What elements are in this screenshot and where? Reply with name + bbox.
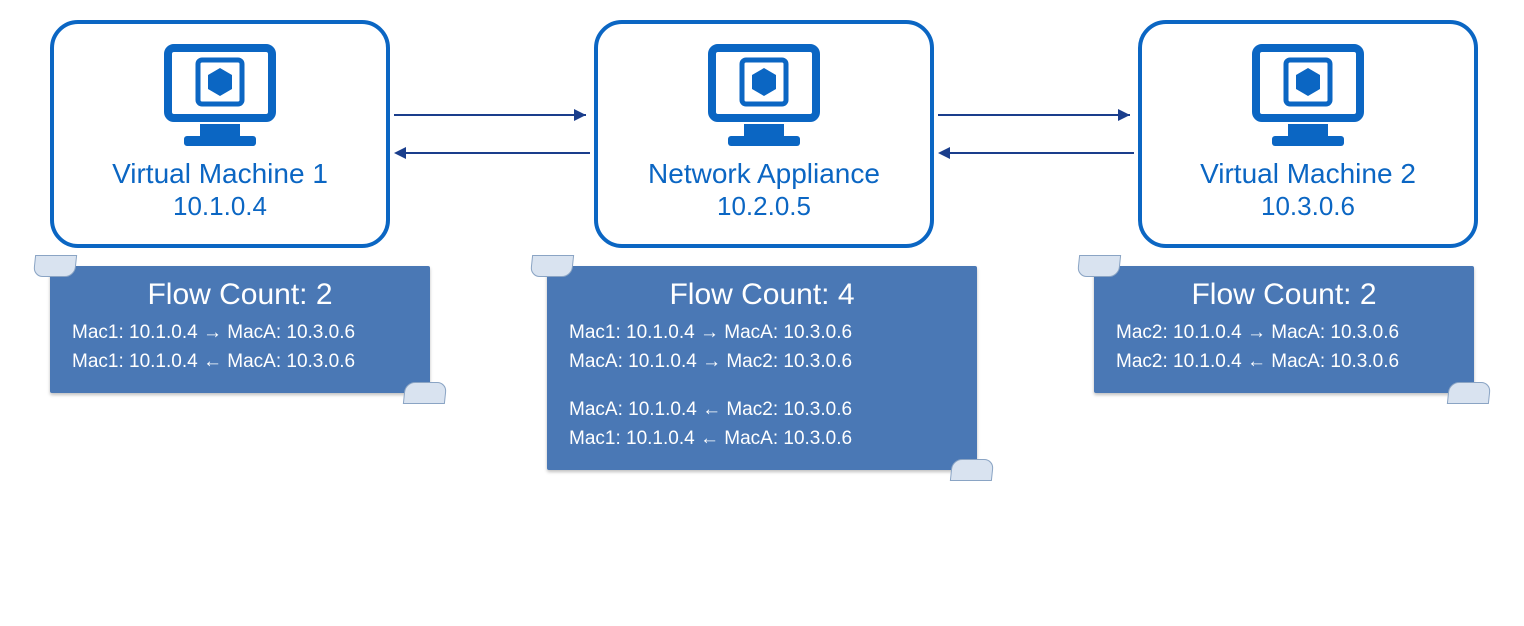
appliance-node: Network Appliance 10.2.0.5 xyxy=(594,20,934,248)
vm1-flow-panel: Flow Count: 2 Mac1: 10.1.0.4 → MacA: 10.… xyxy=(50,266,430,393)
vm1-flow-lines: Mac1: 10.1.0.4 → MacA: 10.3.0.6Mac1: 10.… xyxy=(72,318,408,377)
vm2-flow-panel: Flow Count: 2 Mac2: 10.1.0.4 → MacA: 10.… xyxy=(1094,266,1474,393)
flow-line: Mac2: 10.1.0.4 ← MacA: 10.3.0.6 xyxy=(1116,347,1452,376)
arrow-left-icon xyxy=(390,143,594,163)
vm-icon xyxy=(160,42,280,150)
vm2-node: Virtual Machine 2 10.3.0.6 xyxy=(1138,20,1478,248)
appliance-title: Network Appliance xyxy=(648,156,880,191)
arrow-right-icon xyxy=(390,105,594,125)
flow-line: Mac1: 10.1.0.4 ← MacA: 10.3.0.6 xyxy=(72,347,408,376)
flow-line: MacA: 10.1.0.4 ← Mac2: 10.3.0.6 xyxy=(569,395,955,424)
diagram-top-row: Virtual Machine 1 10.1.0.4 Network Appli… xyxy=(20,20,1504,248)
vm2-ip: 10.3.0.6 xyxy=(1261,191,1355,222)
flow-gap xyxy=(569,377,955,395)
vm-icon xyxy=(704,42,824,150)
vm2-column: Virtual Machine 2 10.3.0.6 xyxy=(1138,20,1478,248)
vm1-title: Virtual Machine 1 xyxy=(112,156,328,191)
vm2-title: Virtual Machine 2 xyxy=(1200,156,1416,191)
appliance-column: Network Appliance 10.2.0.5 xyxy=(594,20,934,248)
vm-icon xyxy=(1248,42,1368,150)
arrow-left-icon xyxy=(934,143,1138,163)
appliance-flow-lines-a: Mac1: 10.1.0.4 → MacA: 10.3.0.6MacA: 10.… xyxy=(569,318,955,377)
vm1-node: Virtual Machine 1 10.1.0.4 xyxy=(50,20,390,248)
vm1-flow-heading: Flow Count: 2 xyxy=(72,278,408,312)
arrows-appliance-vm2 xyxy=(934,105,1138,163)
appliance-flow-lines-b: MacA: 10.1.0.4 ← Mac2: 10.3.0.6Mac1: 10.… xyxy=(569,395,955,454)
appliance-flow-heading: Flow Count: 4 xyxy=(569,278,955,312)
vm2-flow-lines: Mac2: 10.1.0.4 → MacA: 10.3.0.6Mac2: 10.… xyxy=(1116,318,1452,377)
appliance-ip: 10.2.0.5 xyxy=(717,191,811,222)
flow-line: Mac1: 10.1.0.4 → MacA: 10.3.0.6 xyxy=(72,318,408,347)
diagram-bottom-row: Flow Count: 2 Mac1: 10.1.0.4 → MacA: 10.… xyxy=(20,266,1504,470)
arrows-vm1-appliance xyxy=(390,105,594,163)
flow-line: Mac2: 10.1.0.4 → MacA: 10.3.0.6 xyxy=(1116,318,1452,347)
vm2-flow-heading: Flow Count: 2 xyxy=(1116,278,1452,312)
flow-line: Mac1: 10.1.0.4 → MacA: 10.3.0.6 xyxy=(569,318,955,347)
flow-line: MacA: 10.1.0.4 → Mac2: 10.3.0.6 xyxy=(569,347,955,376)
vm1-ip: 10.1.0.4 xyxy=(173,191,267,222)
flow-line: Mac1: 10.1.0.4 ← MacA: 10.3.0.6 xyxy=(569,424,955,453)
appliance-flow-panel: Flow Count: 4 Mac1: 10.1.0.4 → MacA: 10.… xyxy=(547,266,977,470)
vm1-column: Virtual Machine 1 10.1.0.4 xyxy=(50,20,390,248)
arrow-right-icon xyxy=(934,105,1138,125)
